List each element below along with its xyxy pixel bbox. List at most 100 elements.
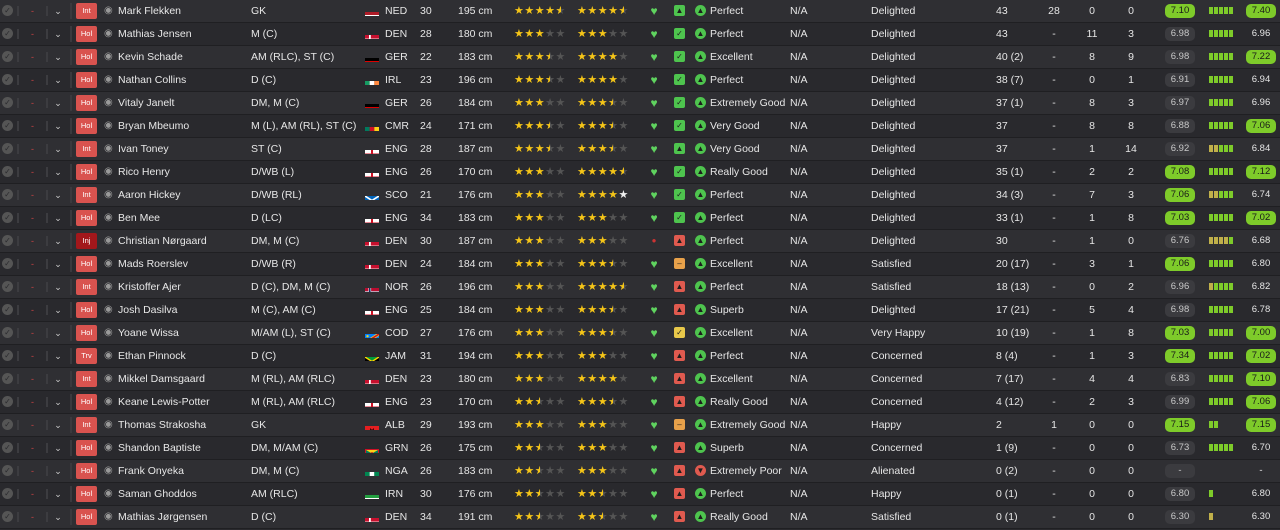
player-name-link[interactable]: Rico Henry bbox=[118, 161, 248, 183]
nationality[interactable]: GER bbox=[385, 92, 415, 114]
morale-icon[interactable]: ▲ bbox=[674, 511, 685, 522]
player-name-link[interactable]: Kristoffer Ajer bbox=[118, 276, 248, 298]
chevron-down-icon[interactable]: ⌄ bbox=[52, 299, 64, 321]
morale-icon[interactable]: ✓ bbox=[674, 120, 685, 131]
player-name-link[interactable]: Mads Roerslev bbox=[118, 253, 248, 275]
nationality[interactable]: DEN bbox=[385, 230, 415, 252]
player-name-link[interactable]: Ben Mee bbox=[118, 207, 248, 229]
nationality[interactable]: DEN bbox=[385, 368, 415, 390]
morale-icon[interactable]: ▲ bbox=[674, 5, 685, 16]
nationality[interactable]: CMR bbox=[385, 115, 415, 137]
morale-icon[interactable]: ▲ bbox=[674, 488, 685, 499]
table-row[interactable]: ✓ - ⌄ Int ◉ Thomas Strakosha GK ALB 29 193 cm ★★★★… bbox=[0, 414, 1280, 437]
chevron-down-icon[interactable]: ⌄ bbox=[52, 46, 64, 68]
player-name-link[interactable]: Nathan Collins bbox=[118, 69, 248, 91]
player-name-link[interactable]: Saman Ghoddos bbox=[118, 483, 248, 505]
select-checkbox[interactable]: ✓ bbox=[2, 120, 13, 131]
select-checkbox[interactable]: ✓ bbox=[2, 281, 13, 292]
nationality[interactable]: NED bbox=[385, 0, 415, 22]
table-row[interactable]: ✓ - ⌄ Int ◉ Aaron Hickey D/WB (RL) SCO 21 176 cm ★… bbox=[0, 184, 1280, 207]
chevron-down-icon[interactable]: ⌄ bbox=[52, 391, 64, 413]
table-row[interactable]: ✓ - ⌄ Hol ◉ Frank Onyeka DM, M (C) NGA 26 183 cm ★… bbox=[0, 460, 1280, 483]
player-name-link[interactable]: Frank Onyeka bbox=[118, 460, 248, 482]
morale-icon[interactable]: ▲ bbox=[674, 143, 685, 154]
player-name-link[interactable]: Ethan Pinnock bbox=[118, 345, 248, 367]
nationality[interactable]: GER bbox=[385, 46, 415, 68]
chevron-down-icon[interactable]: ⌄ bbox=[52, 253, 64, 275]
nationality[interactable]: NGA bbox=[385, 460, 415, 482]
injury-icon[interactable]: ● bbox=[647, 230, 661, 252]
chevron-down-icon[interactable]: ⌄ bbox=[52, 207, 64, 229]
chevron-down-icon[interactable]: ⌄ bbox=[52, 161, 64, 183]
table-row[interactable]: ✓ - ⌄ Hol ◉ Mathias Jensen M (C) DEN 28 180 cm ★★★… bbox=[0, 23, 1280, 46]
morale-icon[interactable]: ▲ bbox=[674, 235, 685, 246]
player-name-link[interactable]: Mathias Jensen bbox=[118, 23, 248, 45]
table-row[interactable]: ✓ - ⌄ Int ◉ Mikkel Damsgaard M (RL), AM (RLC) D… bbox=[0, 368, 1280, 391]
player-name-link[interactable]: Bryan Mbeumo bbox=[118, 115, 248, 137]
morale-icon[interactable]: ▲ bbox=[674, 442, 685, 453]
select-checkbox[interactable]: ✓ bbox=[2, 235, 13, 246]
chevron-down-icon[interactable]: ⌄ bbox=[52, 92, 64, 114]
select-checkbox[interactable]: ✓ bbox=[2, 97, 13, 108]
table-row[interactable]: ✓ - ⌄ Hol ◉ Keane Lewis-Potter M (RL), AM (RLC… bbox=[0, 391, 1280, 414]
morale-icon[interactable]: – bbox=[674, 258, 685, 269]
table-row[interactable]: ✓ - ⌄ Hol ◉ Josh Dasilva M (C), AM (C) ENG 25 184… bbox=[0, 299, 1280, 322]
nationality[interactable]: GRN bbox=[385, 437, 415, 459]
nationality[interactable]: ENG bbox=[385, 299, 415, 321]
select-checkbox[interactable]: ✓ bbox=[2, 28, 13, 39]
chevron-down-icon[interactable]: ⌄ bbox=[52, 0, 64, 22]
player-name-link[interactable]: Yoane Wissa bbox=[118, 322, 248, 344]
chevron-down-icon[interactable]: ⌄ bbox=[52, 115, 64, 137]
select-checkbox[interactable]: ✓ bbox=[2, 350, 13, 361]
player-name-link[interactable]: Aaron Hickey bbox=[118, 184, 248, 206]
table-row[interactable]: ✓ - ⌄ Hol ◉ Kevin Schade AM (RLC), ST (C) GER 22… bbox=[0, 46, 1280, 69]
nationality[interactable]: DEN bbox=[385, 23, 415, 45]
table-row[interactable]: ✓ - ⌄ Trv ◉ Ethan Pinnock D (C) JAM 31 194 cm ★★★★… bbox=[0, 345, 1280, 368]
nationality[interactable]: DEN bbox=[385, 253, 415, 275]
morale-icon[interactable]: ✓ bbox=[674, 74, 685, 85]
table-row[interactable]: ✓ - ⌄ Hol ◉ Saman Ghoddos AM (RLC) IRN 30 176 cm ★… bbox=[0, 483, 1280, 506]
table-row[interactable]: ✓ - ⌄ Hol ◉ Mads Roerslev D/WB (R) DEN 24 184 cm ★… bbox=[0, 253, 1280, 276]
nationality[interactable]: NOR bbox=[385, 276, 415, 298]
select-checkbox[interactable]: ✓ bbox=[2, 488, 13, 499]
chevron-down-icon[interactable]: ⌄ bbox=[52, 322, 64, 344]
nationality[interactable]: JAM bbox=[385, 345, 415, 367]
table-row[interactable]: ✓ - ⌄ Hol ◉ Yoane Wissa M/AM (L), ST (C) COD 27 1… bbox=[0, 322, 1280, 345]
nationality[interactable]: ENG bbox=[385, 391, 415, 413]
select-checkbox[interactable]: ✓ bbox=[2, 327, 13, 338]
morale-icon[interactable]: ▲ bbox=[674, 373, 685, 384]
select-checkbox[interactable]: ✓ bbox=[2, 74, 13, 85]
select-checkbox[interactable]: ✓ bbox=[2, 304, 13, 315]
select-checkbox[interactable]: ✓ bbox=[2, 143, 13, 154]
player-name-link[interactable]: Josh Dasilva bbox=[118, 299, 248, 321]
table-row[interactable]: ✓ - ⌄ Inj ◉ Christian Nørgaard DM, M (C) DEN 30 1… bbox=[0, 230, 1280, 253]
select-checkbox[interactable]: ✓ bbox=[2, 166, 13, 177]
morale-icon[interactable]: – bbox=[674, 419, 685, 430]
nationality[interactable]: ENG bbox=[385, 207, 415, 229]
player-name-link[interactable]: Christian Nørgaard bbox=[118, 230, 248, 252]
select-checkbox[interactable]: ✓ bbox=[2, 511, 13, 522]
player-name-link[interactable]: Keane Lewis-Potter bbox=[118, 391, 248, 413]
nationality[interactable]: ENG bbox=[385, 161, 415, 183]
select-checkbox[interactable]: ✓ bbox=[2, 396, 13, 407]
select-checkbox[interactable]: ✓ bbox=[2, 212, 13, 223]
table-row[interactable]: ✓ - ⌄ Int ◉ Mark Flekken GK NED 30 195 cm ★★★★★ ★ ★★… bbox=[0, 0, 1280, 23]
morale-icon[interactable]: ▲ bbox=[674, 281, 685, 292]
chevron-down-icon[interactable]: ⌄ bbox=[52, 184, 64, 206]
player-name-link[interactable]: Mark Flekken bbox=[118, 0, 248, 22]
morale-icon[interactable]: ▲ bbox=[674, 350, 685, 361]
nationality[interactable]: SCO bbox=[385, 184, 415, 206]
nationality[interactable]: COD bbox=[385, 322, 415, 344]
player-name-link[interactable]: Mathias Jørgensen bbox=[118, 506, 248, 528]
chevron-down-icon[interactable]: ⌄ bbox=[52, 368, 64, 390]
morale-icon[interactable]: ▲ bbox=[674, 465, 685, 476]
player-name-link[interactable]: Thomas Strakosha bbox=[118, 414, 248, 436]
nationality[interactable]: IRL bbox=[385, 69, 415, 91]
morale-icon[interactable]: ✓ bbox=[674, 28, 685, 39]
morale-icon[interactable]: ✓ bbox=[674, 166, 685, 177]
table-row[interactable]: ✓ - ⌄ Int ◉ Kristoffer Ajer D (C), DM, M (C) NO… bbox=[0, 276, 1280, 299]
chevron-down-icon[interactable]: ⌄ bbox=[52, 506, 64, 528]
select-checkbox[interactable]: ✓ bbox=[2, 442, 13, 453]
morale-icon[interactable]: ▲ bbox=[674, 396, 685, 407]
table-row[interactable]: ✓ - ⌄ Hol ◉ Mathias Jørgensen D (C) DEN 34 191 cm… bbox=[0, 506, 1280, 529]
